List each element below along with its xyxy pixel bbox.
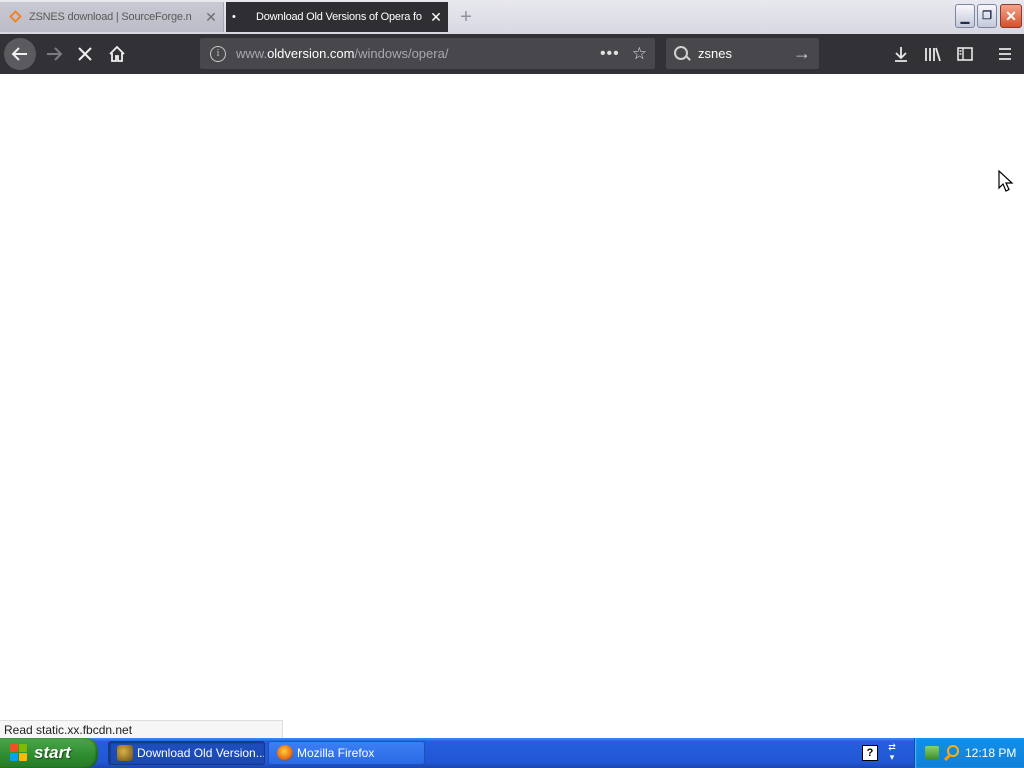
close-icon: ✕ bbox=[1005, 8, 1017, 24]
close-tab-icon[interactable]: ✕ bbox=[199, 9, 223, 26]
tab-strip: ZSNES download | SourceForge.n ✕ • Downl… bbox=[0, 0, 1024, 34]
download-icon bbox=[895, 47, 907, 62]
sidebar-button[interactable] bbox=[950, 38, 980, 70]
back-button[interactable] bbox=[4, 38, 36, 70]
taskbar-item-download-old-version[interactable]: Download Old Version... bbox=[108, 741, 265, 765]
language-bar-icon[interactable]: ⇄ ▾ bbox=[884, 742, 900, 764]
tab-zsnes-sourceforge[interactable]: ZSNES download | SourceForge.n ✕ bbox=[0, 2, 224, 32]
minimize-icon: ▁ bbox=[960, 12, 970, 24]
clock[interactable]: 12:18 PM bbox=[965, 746, 1016, 760]
start-button[interactable]: start bbox=[0, 738, 98, 768]
bookmark-star-icon[interactable]: ☆ bbox=[632, 44, 647, 64]
search-input[interactable]: zsnes bbox=[698, 46, 793, 61]
home-icon bbox=[109, 45, 125, 62]
tab-title: ZSNES download | SourceForge.n bbox=[29, 11, 192, 23]
loading-dot-icon: • bbox=[232, 11, 236, 23]
start-label: start bbox=[34, 743, 71, 762]
search-go-icon[interactable]: → bbox=[793, 43, 811, 64]
back-arrow-icon bbox=[11, 47, 27, 61]
help-icon[interactable]: ? bbox=[862, 745, 878, 761]
url-path: /windows/opera/ bbox=[354, 46, 449, 61]
menu-button[interactable] bbox=[990, 38, 1020, 70]
system-tray: 12:18 PM bbox=[914, 738, 1024, 768]
search-icon bbox=[674, 45, 690, 62]
taskbar-item-label: Mozilla Firefox bbox=[297, 746, 375, 760]
hamburger-icon bbox=[999, 48, 1011, 60]
home-button[interactable] bbox=[101, 38, 133, 70]
tab-title: Download Old Versions of Opera fo bbox=[256, 11, 422, 23]
restore-button[interactable]: ❐ bbox=[977, 4, 997, 28]
stop-button[interactable] bbox=[69, 38, 101, 70]
app-icon bbox=[117, 745, 133, 761]
search-tray-icon[interactable] bbox=[944, 745, 959, 759]
close-tab-icon[interactable]: ✕ bbox=[424, 9, 448, 26]
mouse-cursor-icon bbox=[998, 170, 1014, 192]
firefox-icon bbox=[277, 745, 293, 761]
page-actions-icon[interactable]: ••• bbox=[600, 45, 620, 63]
window-close-button[interactable]: ✕ bbox=[1000, 4, 1022, 28]
windows-logo-icon bbox=[10, 744, 28, 762]
stop-icon bbox=[78, 47, 92, 61]
info-icon[interactable]: i bbox=[210, 45, 226, 62]
downloads-button[interactable] bbox=[886, 38, 916, 70]
network-icon[interactable] bbox=[925, 746, 939, 760]
sidebar-icon bbox=[957, 47, 973, 61]
status-tooltip: Read static.xx.fbcdn.net bbox=[0, 720, 283, 738]
sourceforge-icon bbox=[9, 10, 23, 24]
forward-button[interactable] bbox=[38, 38, 70, 70]
minimize-button[interactable]: ▁ bbox=[955, 4, 975, 28]
navigation-toolbar: i www.oldversion.com/windows/opera/ ••• … bbox=[0, 34, 1024, 74]
url-text[interactable]: www.oldversion.com/windows/opera/ bbox=[236, 46, 600, 61]
taskbar-item-mozilla-firefox[interactable]: Mozilla Firefox bbox=[268, 741, 425, 765]
new-tab-button[interactable]: + bbox=[454, 5, 478, 29]
forward-arrow-icon bbox=[47, 47, 63, 61]
taskbar-item-label: Download Old Version... bbox=[137, 746, 265, 760]
library-icon bbox=[925, 47, 941, 62]
address-bar[interactable]: i www.oldversion.com/windows/opera/ ••• … bbox=[200, 38, 655, 69]
restore-icon: ❐ bbox=[982, 10, 992, 22]
search-bar[interactable]: zsnes → bbox=[666, 38, 819, 69]
library-button[interactable] bbox=[918, 38, 948, 70]
url-domain: oldversion.com bbox=[267, 46, 355, 61]
taskbar: start Download Old Version... Mozilla Fi… bbox=[0, 738, 1024, 768]
url-prefix: www. bbox=[236, 46, 268, 61]
page-content[interactable] bbox=[0, 74, 1024, 738]
tab-oldversion-opera[interactable]: • Download Old Versions of Opera fo ✕ bbox=[226, 2, 448, 32]
